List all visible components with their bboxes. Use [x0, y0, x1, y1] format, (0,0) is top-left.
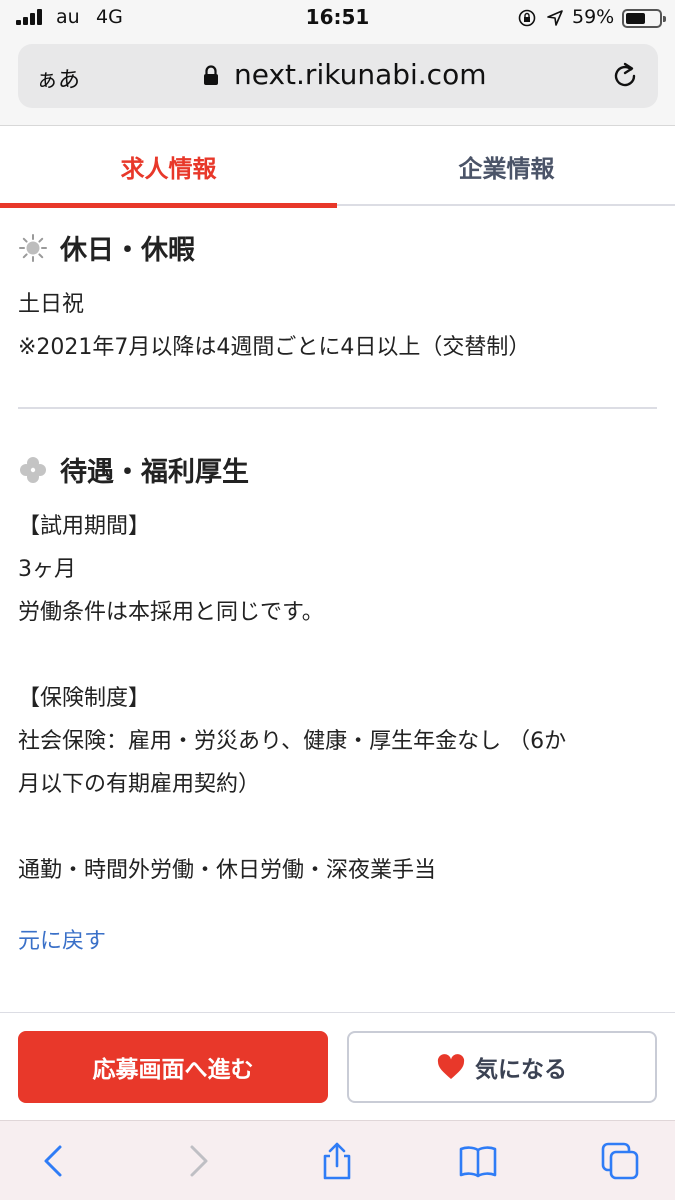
browser-toolbar	[0, 1120, 675, 1200]
forward-button[interactable]	[178, 1141, 218, 1181]
holidays-title: 休日・休暇	[60, 235, 195, 266]
holidays-body: 土日祝 ※2021年7月以降は4週間ごとに4日以上（交替制）	[18, 283, 658, 369]
back-link[interactable]: 元に戻す	[18, 923, 106, 955]
tab-company-info[interactable]: 企業情報	[338, 127, 675, 206]
url-text[interactable]: next.rikunabi.com	[234, 58, 486, 91]
heart-icon	[437, 1054, 465, 1079]
benefits-line: 【試用期間】	[18, 514, 151, 539]
back-arrow-icon	[44, 1145, 62, 1177]
location-arrow-icon	[547, 10, 563, 26]
benefits-line	[18, 806, 658, 849]
reload-icon[interactable]	[610, 61, 640, 91]
apply-button[interactable]: 応募画面へ進む	[18, 1031, 328, 1103]
bookmarks-button[interactable]	[458, 1141, 498, 1181]
section-divider	[18, 407, 657, 409]
sun-icon	[19, 233, 47, 262]
battery-icon	[622, 9, 666, 28]
benefits-line: 月以下の有期雇用契約）	[18, 772, 261, 797]
holidays-line: 土日祝	[18, 292, 85, 317]
holidays-heading: 休日・休暇	[18, 228, 195, 267]
forward-arrow-icon	[190, 1145, 208, 1177]
tabs-icon	[601, 1142, 639, 1180]
address-bar[interactable]: ぁあ next.rikunabi.com	[18, 44, 658, 108]
back-button[interactable]	[34, 1141, 74, 1181]
holidays-line: ※2021年7月以降は4週間ごとに4日以上（交替制）	[18, 335, 531, 360]
benefits-line: 通勤・時間外労働・休日労働・深夜業手当	[18, 858, 437, 883]
tab-bar: 求人情報 企業情報	[0, 127, 675, 208]
status-bar: au 4G 16:51 59%	[0, 0, 675, 40]
benefits-heading: 待遇・福利厚生	[18, 450, 249, 489]
share-icon	[323, 1142, 351, 1180]
benefits-body: 【試用期間】 3ヶ月 労働条件は本採用と同じです。 【保険制度】 社会保険：雇用…	[18, 505, 658, 892]
lock-icon	[204, 65, 218, 85]
benefits-line: 労働条件は本採用と同じです。	[18, 600, 324, 625]
benefits-line: 社会保険：雇用・労災あり、健康・厚生年金なし （6か	[18, 729, 567, 754]
text-size-button[interactable]: ぁあ	[36, 62, 80, 94]
favorite-button[interactable]: 気になる	[347, 1031, 657, 1103]
action-bar: 応募画面へ進む 気になる	[0, 1012, 675, 1120]
bookmarks-icon	[459, 1146, 497, 1178]
browser-address-area: ぁあ next.rikunabi.com	[0, 40, 675, 126]
benefits-title: 待遇・福利厚生	[60, 457, 249, 488]
clover-icon	[20, 456, 46, 483]
benefits-line: 【保険制度】	[18, 686, 151, 711]
tab-job-info[interactable]: 求人情報	[0, 127, 337, 208]
rotation-lock-icon	[518, 9, 536, 27]
share-button[interactable]	[317, 1141, 357, 1181]
tabs-button[interactable]	[600, 1141, 640, 1181]
battery-percent: 59%	[572, 6, 615, 28]
benefits-line: 3ヶ月	[18, 557, 76, 582]
favorite-label: 気になる	[475, 1057, 567, 1083]
benefits-line	[18, 634, 658, 677]
